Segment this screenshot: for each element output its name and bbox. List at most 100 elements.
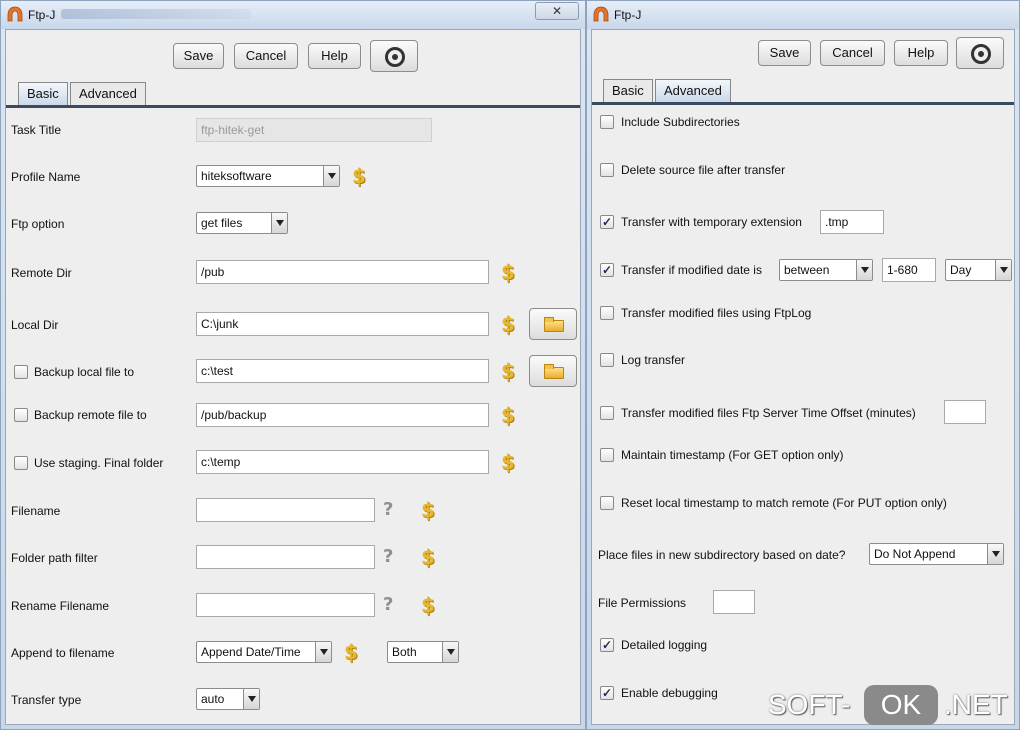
profile-name-select[interactable]: hiteksoftware <box>196 165 340 187</box>
append-position-value: Both <box>392 645 417 659</box>
detailed-logging-label: Detailed logging <box>621 638 708 652</box>
left-window: Ftp-J ✕ Save Cancel Help Basic Advanced … <box>0 0 586 730</box>
dollar-icon[interactable]: $ <box>344 642 358 662</box>
append-to-filename-value: Append Date/Time <box>201 645 301 659</box>
tab-divider <box>6 105 580 108</box>
delete-source-checkbox[interactable] <box>600 163 614 177</box>
tab-advanced[interactable]: Advanced <box>70 82 146 106</box>
folder-path-filter-label: Folder path filter <box>11 551 98 565</box>
help-question-icon[interactable]: ? <box>383 500 393 520</box>
place-subdir-label: Place files in new subdirectory based on… <box>598 548 846 562</box>
right-panel: Save Cancel Help Basic Advanced Include … <box>591 29 1015 725</box>
transfer-type-label: Transfer type <box>11 693 82 707</box>
use-staging-checkbox[interactable] <box>14 456 28 470</box>
help-button[interactable]: Help <box>308 43 361 69</box>
filename-field[interactable] <box>196 498 375 522</box>
dollar-icon[interactable]: $ <box>501 452 515 472</box>
dollar-icon[interactable]: $ <box>501 262 515 282</box>
modified-date-range-field[interactable]: 1-680 <box>882 258 936 282</box>
help-question-icon[interactable]: ? <box>383 595 393 615</box>
log-transfer-checkbox[interactable] <box>600 353 614 367</box>
close-icon: ✕ <box>551 4 563 18</box>
server-offset-label: Transfer modified files Ftp Server Time … <box>621 406 916 420</box>
ftp-option-select[interactable]: get files <box>196 212 288 234</box>
remote-dir-field[interactable]: /pub <box>196 260 489 284</box>
rename-filename-field[interactable] <box>196 593 375 617</box>
enable-debugging-checkbox[interactable]: ✓ <box>600 686 614 700</box>
tab-advanced[interactable]: Advanced <box>655 79 731 103</box>
help-button[interactable]: Help <box>894 40 948 66</box>
server-offset-field[interactable] <box>944 400 986 424</box>
right-titlebar[interactable]: Ftp-J <box>587 1 1019 29</box>
dollar-icon[interactable]: $ <box>421 547 435 567</box>
tab-basic[interactable]: Basic <box>18 82 68 106</box>
watermark-part3: .NET <box>944 689 1008 720</box>
tab-basic[interactable]: Basic <box>603 79 653 103</box>
chevron-down-icon <box>243 689 259 709</box>
dollar-icon[interactable]: $ <box>501 361 515 381</box>
server-offset-checkbox[interactable] <box>600 406 614 420</box>
dollar-icon[interactable]: $ <box>421 500 435 520</box>
use-staging-label: Use staging. Final folder <box>34 456 164 470</box>
folder-path-filter-field[interactable] <box>196 545 375 569</box>
detailed-logging-checkbox[interactable]: ✓ <box>600 638 614 652</box>
transfer-type-select[interactable]: auto <box>196 688 260 710</box>
final-folder-field[interactable]: c:\temp <box>196 450 489 474</box>
enable-debugging-label: Enable debugging <box>621 686 718 700</box>
rename-filename-label: Rename Filename <box>11 599 110 613</box>
local-dir-field[interactable]: C:\junk <box>196 312 489 336</box>
filename-label: Filename <box>11 504 61 518</box>
reset-timestamp-checkbox[interactable] <box>600 496 614 510</box>
backup-local-label: Backup local file to <box>34 365 135 379</box>
remote-dir-label: Remote Dir <box>11 266 72 280</box>
modified-date-operator-value: between <box>784 263 830 277</box>
modified-date-unit-select[interactable]: Day <box>945 259 1012 281</box>
backup-remote-field[interactable]: /pub/backup <box>196 403 489 427</box>
modified-date-operator-select[interactable]: between <box>779 259 873 281</box>
place-subdir-select[interactable]: Do Not Append <box>869 543 1004 565</box>
append-position-select[interactable]: Both <box>387 641 459 663</box>
chevron-down-icon <box>995 260 1011 280</box>
task-title-label: Task Title <box>11 123 62 137</box>
browse-backup-local-button[interactable] <box>529 355 577 387</box>
cancel-button[interactable]: Cancel <box>234 43 298 69</box>
append-to-filename-select[interactable]: Append Date/Time <box>196 641 332 663</box>
backup-remote-checkbox[interactable] <box>14 408 28 422</box>
settings-button[interactable] <box>956 37 1004 69</box>
backup-remote-label: Backup remote file to <box>34 408 147 422</box>
maintain-timestamp-checkbox[interactable] <box>600 448 614 462</box>
save-button[interactable]: Save <box>173 43 224 69</box>
help-question-icon[interactable]: ? <box>383 547 393 567</box>
folder-icon <box>544 364 564 379</box>
dollar-icon[interactable]: $ <box>501 314 515 334</box>
backup-local-field[interactable]: c:\test <box>196 359 489 383</box>
dollar-icon[interactable]: $ <box>501 405 515 425</box>
temp-extension-field[interactable]: .tmp <box>820 210 884 234</box>
backup-local-checkbox[interactable] <box>14 365 28 379</box>
dollar-icon[interactable]: $ <box>421 595 435 615</box>
right-window: Ftp-J Save Cancel Help Basic Advanced In… <box>586 0 1020 730</box>
modified-ftplog-label: Transfer modified files using FtpLog <box>621 306 812 320</box>
maintain-timestamp-label: Maintain timestamp (For GET option only) <box>621 448 844 462</box>
modified-ftplog-checkbox[interactable] <box>600 306 614 320</box>
settings-button[interactable] <box>370 40 418 72</box>
temp-extension-checkbox[interactable]: ✓ <box>600 215 614 229</box>
transfer-type-value: auto <box>201 692 225 706</box>
cancel-button[interactable]: Cancel <box>820 40 885 66</box>
left-titlebar[interactable]: Ftp-J ✕ <box>1 1 585 29</box>
browse-local-dir-button[interactable] <box>529 308 577 340</box>
modified-date-checkbox[interactable]: ✓ <box>600 263 614 277</box>
file-permissions-field[interactable] <box>713 590 755 614</box>
place-subdir-value: Do Not Append <box>874 547 956 561</box>
dollar-icon[interactable]: $ <box>352 166 366 186</box>
task-title-field: ftp-hitek-get <box>196 118 432 142</box>
save-button[interactable]: Save <box>758 40 811 66</box>
reset-timestamp-label: Reset local timestamp to match remote (F… <box>621 496 947 510</box>
temp-extension-label: Transfer with temporary extension <box>621 215 802 229</box>
chevron-down-icon <box>442 642 458 662</box>
file-permissions-label: File Permissions <box>598 596 687 610</box>
include-subdirs-label: Include Subdirectories <box>621 115 740 129</box>
close-button[interactable]: ✕ <box>535 2 579 20</box>
include-subdirs-checkbox[interactable] <box>600 115 614 129</box>
ftpj-app-icon <box>593 6 609 22</box>
